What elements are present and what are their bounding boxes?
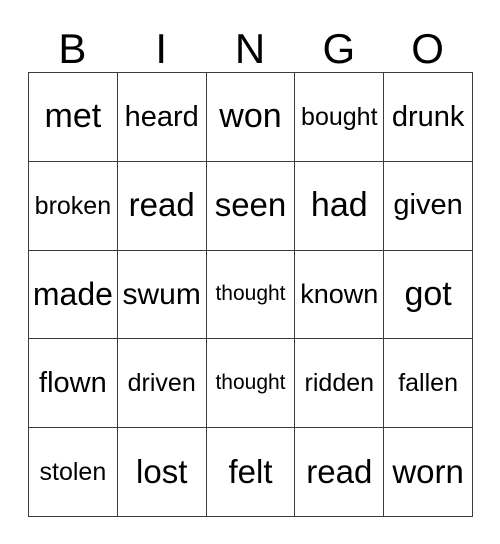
bingo-cell[interactable]: worn — [384, 428, 473, 517]
bingo-cell-label: broken — [34, 191, 112, 220]
bingo-cell[interactable]: got — [384, 250, 473, 340]
bingo-cell-label: lost — [136, 452, 188, 490]
bingo-header-g: G — [294, 16, 383, 72]
bingo-cell[interactable]: met — [29, 73, 118, 162]
bingo-cell[interactable]: had — [295, 161, 385, 251]
bingo-cell-label: fallen — [398, 369, 458, 398]
bingo-cell[interactable]: read — [295, 428, 385, 517]
bingo-cell-label: swum — [122, 277, 201, 311]
bingo-cell[interactable]: fallen — [384, 339, 473, 429]
bingo-header-row: B I N G O — [28, 16, 472, 72]
bingo-cell-label: thought — [215, 371, 286, 395]
bingo-cell[interactable]: made — [29, 250, 118, 340]
bingo-header-b: B — [28, 16, 117, 72]
bingo-cell[interactable]: felt — [206, 428, 296, 517]
bingo-cell[interactable]: stolen — [29, 428, 118, 517]
bingo-cell[interactable]: won — [206, 73, 296, 162]
header-letter: B — [58, 25, 87, 72]
bingo-cell-label: met — [44, 97, 102, 136]
bingo-row: flown driven thought ridden fallen — [29, 339, 473, 429]
bingo-cell-label: stolen — [39, 457, 107, 486]
bingo-cell-label: thought — [215, 282, 286, 306]
bingo-cell-label: bought — [301, 102, 378, 131]
bingo-header-o: O — [383, 16, 472, 72]
bingo-cell-label: ridden — [304, 369, 375, 398]
bingo-row: stolen lost felt read worn — [29, 428, 473, 517]
bingo-cell[interactable]: driven — [117, 339, 207, 429]
bingo-cell[interactable]: given — [384, 161, 473, 251]
header-letter: G — [322, 25, 356, 72]
header-letter: N — [234, 25, 266, 72]
bingo-grid: met heard won bought drunk broken read s… — [28, 72, 473, 517]
bingo-header-i: I — [117, 16, 206, 72]
bingo-cell-label: given — [393, 189, 463, 222]
bingo-cell[interactable]: thought — [206, 339, 296, 429]
bingo-cell-label: heard — [124, 100, 199, 133]
bingo-cell[interactable]: read — [117, 161, 207, 251]
bingo-cell[interactable]: flown — [29, 339, 118, 429]
header-letter: I — [155, 25, 168, 72]
bingo-cell-label: made — [32, 275, 113, 312]
bingo-cell-label: got — [404, 274, 452, 313]
bingo-cell[interactable]: lost — [117, 428, 207, 517]
bingo-cell-label: known — [300, 279, 379, 310]
bingo-cell-label: read — [128, 186, 195, 224]
bingo-cell[interactable]: drunk — [384, 73, 473, 162]
bingo-cell[interactable]: ridden — [295, 339, 385, 429]
bingo-cell-label: flown — [39, 367, 107, 400]
bingo-row: met heard won bought drunk — [29, 73, 473, 162]
bingo-row: broken read seen had given — [29, 161, 473, 251]
bingo-cell-label: felt — [228, 452, 273, 490]
bingo-row: made swum thought known got — [29, 250, 473, 340]
bingo-cell-label: worn — [392, 452, 464, 490]
bingo-cell[interactable]: bought — [295, 73, 385, 162]
bingo-cell-label: drunk — [391, 100, 465, 133]
bingo-cell-label: seen — [214, 186, 287, 224]
bingo-cell[interactable]: heard — [117, 73, 207, 162]
bingo-cell[interactable]: broken — [29, 161, 118, 251]
bingo-cell[interactable]: thought — [206, 250, 296, 340]
bingo-header-n: N — [206, 16, 295, 72]
bingo-cell[interactable]: swum — [117, 250, 207, 340]
bingo-cell-label: read — [306, 452, 373, 490]
bingo-cell[interactable]: known — [295, 250, 385, 340]
header-letter: O — [411, 25, 444, 72]
bingo-cell[interactable]: seen — [206, 161, 296, 251]
bingo-cell-label: won — [219, 97, 282, 136]
bingo-cell-label: had — [310, 185, 368, 224]
bingo-card: B I N G O met heard won bought drunk bro… — [28, 16, 473, 517]
bingo-cell-label: driven — [127, 369, 196, 398]
